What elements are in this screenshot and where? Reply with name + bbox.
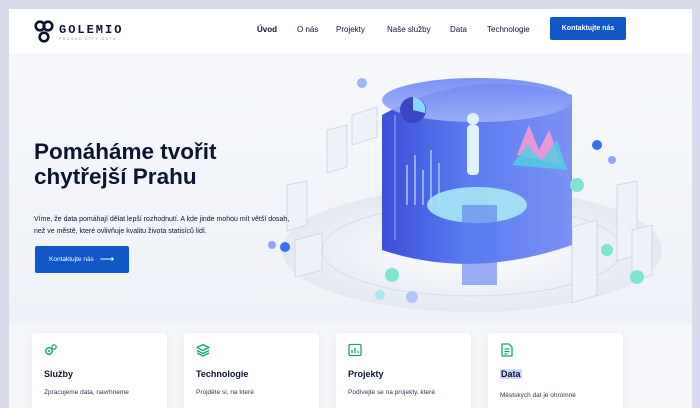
card-title: Data: [500, 369, 522, 379]
hero-text-line-2: než ve městě, které ovlivňuje kvalitu ži…: [34, 228, 207, 235]
data-document-icon: [501, 343, 513, 357]
hero-title-line-1: Pomáháme tvořit: [34, 139, 217, 164]
nav-item-nase-sluzby[interactable]: Naše služby: [387, 25, 431, 34]
brand-tagline: PRAGUE CITY DATA: [59, 36, 117, 41]
card-data[interactable]: Data Městských dat je ohromné: [488, 333, 623, 408]
nav-item-projekty[interactable]: Projekty: [336, 25, 365, 34]
hero-title-line-2: chytřejší Prahu: [34, 164, 197, 189]
golemio-logo[interactable]: GOLEMIO PRAGUE CITY DATA: [33, 17, 123, 47]
hero-description: Víme, že data pomáhají dělat lepší rozho…: [34, 214, 354, 238]
arrow-right-icon: ⟶: [99, 253, 115, 265]
hero-contact-label: Kontaktujte nás: [49, 256, 94, 263]
card-title: Technologie: [196, 369, 249, 379]
nav-item-uvod[interactable]: Úvod: [257, 25, 277, 34]
card-sluzby[interactable]: Služby Zpracujeme data, navrhneme: [32, 333, 167, 408]
hero-contact-button[interactable]: Kontaktujte nás ⟶: [35, 246, 129, 273]
smart-city-illustration: [268, 78, 662, 312]
card-description: Městských dat je ohromné: [500, 392, 576, 399]
logo-mark-icon: [34, 20, 54, 43]
hero-text-line-1: Víme, že data pomáhají dělat lepší rozho…: [34, 216, 290, 223]
card-description: Podívejte se na projekty, které: [348, 389, 435, 396]
card-title: Služby: [44, 369, 74, 379]
brand-name: GOLEMIO: [59, 22, 124, 37]
top-navigation: GOLEMIO PRAGUE CITY DATA Úvod O nás Proj…: [9, 9, 692, 53]
card-description: Projděte si, na které: [196, 389, 254, 396]
card-technologie[interactable]: Technologie Projděte si, na které: [184, 333, 319, 408]
nav-item-technologie[interactable]: Technologie: [487, 25, 530, 34]
contact-button[interactable]: Kontaktujte nás: [550, 17, 626, 40]
nav-item-data[interactable]: Data: [450, 25, 467, 34]
hero-title: Pomáháme tvořit chytřejší Prahu: [34, 139, 294, 189]
page-frame: GOLEMIO PRAGUE CITY DATA Úvod O nás Proj…: [9, 9, 692, 408]
chart-window-icon: [348, 343, 362, 357]
gears-icon: [44, 344, 57, 356]
card-title: Projekty: [348, 369, 384, 379]
card-projekty[interactable]: Projekty Podívejte se na projekty, které: [336, 333, 471, 408]
nav-item-o-nas[interactable]: O nás: [297, 25, 318, 34]
card-description: Zpracujeme data, navrhneme: [44, 389, 129, 396]
layers-icon: [196, 343, 210, 357]
feature-cards: Služby Zpracujeme data, navrhneme Techno…: [9, 327, 692, 408]
